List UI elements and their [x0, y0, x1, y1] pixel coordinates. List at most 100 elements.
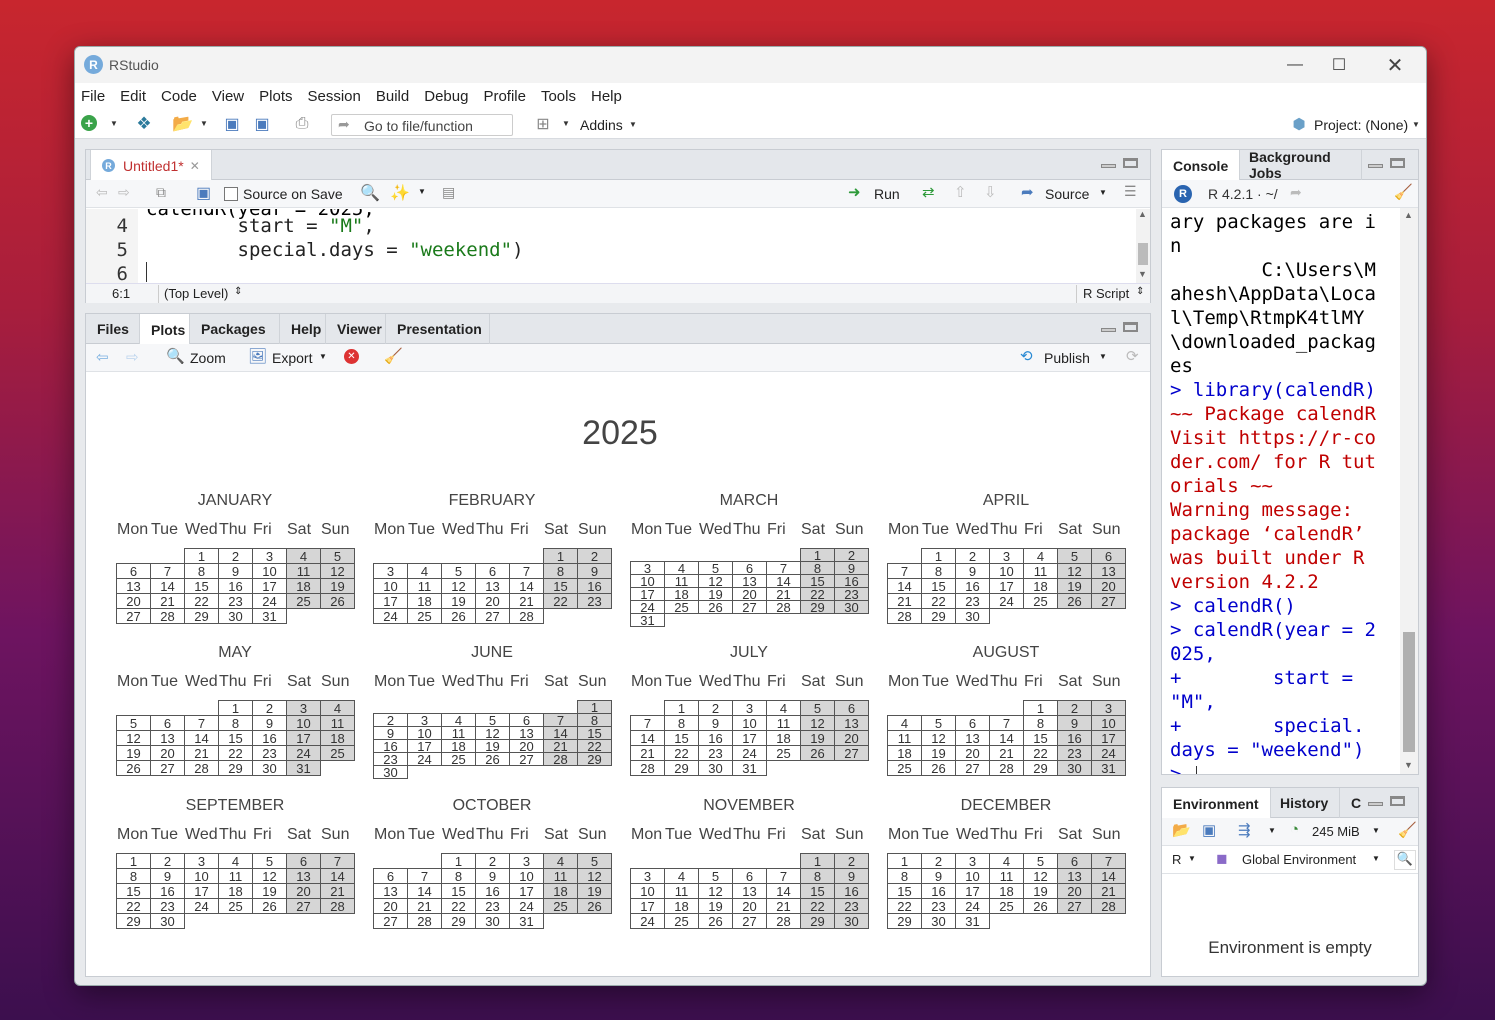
menu-tools[interactable]: Tools — [541, 88, 576, 105]
source-button[interactable]: Source — [1045, 186, 1089, 202]
outline-icon[interactable]: ☰ — [1124, 183, 1137, 200]
new-project-icon[interactable]: ❖ — [133, 114, 155, 134]
prev-plot-icon[interactable]: ⇦ — [96, 348, 109, 366]
close-tab-icon[interactable]: ✕ — [190, 159, 200, 173]
save-icon[interactable]: ▣ — [223, 115, 241, 133]
project-dropdown-icon[interactable]: ▼ — [1411, 117, 1421, 131]
language-dropdown-icon[interactable]: ▼ — [1188, 854, 1196, 863]
load-workspace-icon[interactable]: 📂 — [1172, 821, 1191, 839]
import-dataset-icon[interactable]: ⇶ — [1238, 821, 1251, 839]
tab-help[interactable]: Help — [280, 314, 326, 344]
maximize-env-icon[interactable] — [1390, 796, 1405, 806]
export-button[interactable]: Export — [272, 350, 312, 366]
language-selector[interactable]: R — [1172, 852, 1181, 867]
import-dropdown-icon[interactable]: ▼ — [1268, 826, 1276, 835]
clear-console-broom-icon[interactable]: 🧹 — [1394, 183, 1413, 201]
tab-viewer[interactable]: Viewer — [326, 314, 386, 344]
console-output[interactable]: ary packages are in C:\Users\M ahesh\AppD… — [1162, 208, 1398, 774]
weekday-label: Wed — [442, 521, 475, 538]
open-file-icon[interactable]: 📂 — [171, 114, 195, 134]
zoom-button[interactable]: Zoom — [190, 350, 226, 366]
close-window-button[interactable]: ✕ — [1372, 47, 1418, 83]
wand-dropdown-icon[interactable]: ▼ — [418, 187, 426, 196]
go-to-file-input[interactable]: ➦ Go to file/function — [331, 114, 513, 136]
menu-edit[interactable]: Edit — [120, 88, 146, 105]
source-on-save-checkbox[interactable] — [224, 187, 238, 201]
tab-history[interactable]: History — [1269, 788, 1341, 818]
project-menu[interactable]: Project: (None) — [1314, 117, 1408, 133]
maximize-source-icon[interactable] — [1123, 158, 1138, 168]
remove-plot-icon[interactable]: ✕ — [344, 349, 359, 364]
menu-plots[interactable]: Plots — [259, 88, 292, 105]
go-up-icon[interactable]: ⇧ — [954, 183, 967, 201]
forward-arrow-icon[interactable]: ⇨ — [118, 184, 130, 201]
env-scope-selector[interactable]: Global Environment — [1242, 852, 1356, 867]
file-type-selector[interactable]: R Script — [1083, 286, 1129, 301]
tab-files[interactable]: Files — [86, 314, 140, 344]
open-dropdown-icon[interactable]: ▼ — [199, 116, 209, 130]
code-editor[interactable]: calendR(year = 2025, 4 start = "M", 5 spe… — [86, 209, 1136, 283]
refresh-icon[interactable]: ⟳ — [1126, 347, 1139, 365]
menu-help[interactable]: Help — [591, 88, 622, 105]
minimize-console-icon[interactable] — [1368, 164, 1383, 168]
new-file-icon[interactable]: + — [81, 115, 97, 131]
clear-plots-broom-icon[interactable]: 🧹 — [384, 347, 403, 365]
print-icon[interactable]: ⎙ — [291, 115, 313, 133]
run-button[interactable]: Run — [874, 186, 900, 202]
scope-selector[interactable]: (Top Level) — [164, 286, 228, 301]
menu-code[interactable]: Code — [161, 88, 197, 105]
tab-plots[interactable]: Plots — [140, 314, 190, 345]
layout-grid-icon[interactable]: ⊞ — [533, 115, 553, 133]
tab-connections[interactable]: C — [1340, 788, 1370, 818]
menu-session[interactable]: Session — [308, 88, 361, 105]
tab-untitled1[interactable]: R Untitled1* ✕ — [90, 150, 212, 181]
tab-background-jobs[interactable]: Background Jobs — [1238, 150, 1362, 180]
tab-presentation[interactable]: Presentation — [386, 314, 490, 344]
calendar-day: 1 — [116, 853, 151, 869]
minimize-button[interactable]: — — [1272, 47, 1318, 83]
menu-debug[interactable]: Debug — [424, 88, 468, 105]
env-search-icon[interactable]: 🔍 — [1394, 850, 1416, 870]
save-source-icon[interactable]: ▣ — [196, 183, 211, 203]
publish-dropdown-icon[interactable]: ▼ — [1099, 352, 1107, 361]
save-all-icon[interactable]: ▣ — [251, 115, 273, 133]
tab-console[interactable]: Console — [1162, 150, 1241, 181]
minimize-env-icon[interactable] — [1368, 802, 1383, 806]
console-goto-icon[interactable]: ➦ — [1290, 184, 1302, 201]
minimize-plots-icon[interactable] — [1101, 328, 1116, 332]
source-dropdown-icon[interactable]: ▼ — [1099, 188, 1107, 197]
maximize-console-icon[interactable] — [1390, 158, 1405, 168]
scope-dropdown-icon[interactable]: ▼ — [1372, 854, 1380, 863]
console-scrollbar[interactable]: ▲ ▼ — [1400, 208, 1418, 774]
menu-view[interactable]: View — [212, 88, 244, 105]
go-down-icon[interactable]: ⇩ — [984, 183, 997, 201]
editor-scrollbar[interactable]: ▲ ▼ — [1136, 209, 1150, 283]
next-plot-icon[interactable]: ⇨ — [126, 348, 139, 366]
maximize-button[interactable]: ☐ — [1316, 47, 1362, 83]
addins-menu[interactable]: Addins — [580, 117, 623, 133]
tab-packages[interactable]: Packages — [190, 314, 280, 344]
compile-report-icon[interactable]: ▤ — [442, 184, 455, 201]
memory-dropdown-icon[interactable]: ▼ — [1372, 826, 1380, 835]
publish-button[interactable]: Publish — [1044, 350, 1090, 366]
addins-dropdown-icon[interactable]: ▼ — [628, 117, 638, 131]
back-arrow-icon[interactable]: ⇦ — [96, 184, 108, 201]
tab-environment[interactable]: Environment — [1162, 788, 1271, 819]
new-file-dropdown-icon[interactable]: ▼ — [109, 116, 119, 130]
rerun-icon[interactable]: ⇄ — [922, 183, 935, 201]
layout-dropdown-icon[interactable]: ▼ — [561, 116, 571, 130]
menu-build[interactable]: Build — [376, 88, 409, 105]
show-in-window-icon[interactable]: ⧉ — [156, 184, 166, 201]
weekday-label: Tue — [665, 826, 692, 843]
memory-usage[interactable]: 245 MiB — [1312, 824, 1360, 839]
menu-profile[interactable]: Profile — [483, 88, 526, 105]
search-icon[interactable]: 🔍 — [360, 183, 380, 203]
magic-wand-icon[interactable]: ✨ — [390, 183, 410, 203]
save-workspace-icon[interactable]: ▣ — [1202, 821, 1216, 839]
memory-pie-icon: ◔ — [1290, 821, 1300, 838]
maximize-plots-icon[interactable] — [1123, 322, 1138, 332]
menu-file[interactable]: File — [81, 88, 105, 105]
minimize-source-icon[interactable] — [1101, 164, 1116, 168]
clear-env-broom-icon[interactable]: 🧹 — [1398, 821, 1417, 839]
export-dropdown-icon[interactable]: ▼ — [319, 352, 327, 361]
